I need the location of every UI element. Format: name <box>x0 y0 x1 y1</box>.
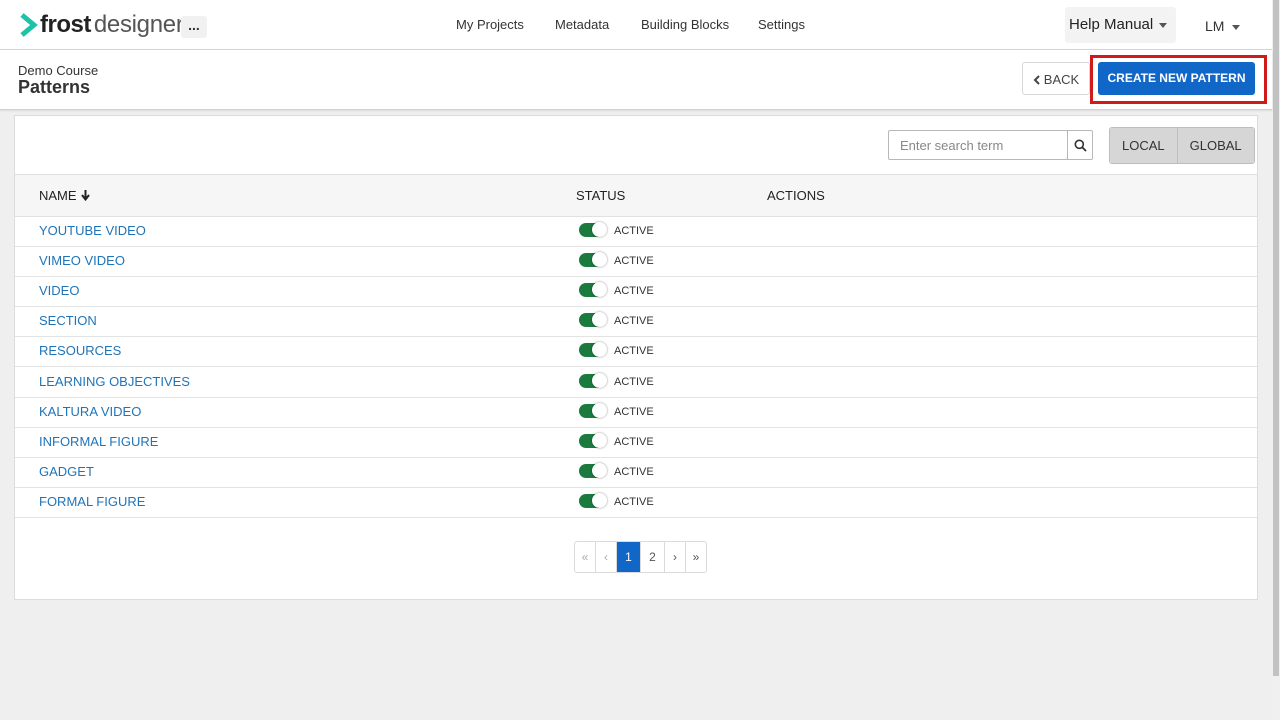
patterns-panel: LOCAL GLOBAL NAME STATUS ACTIONS YOUTUBE… <box>14 115 1258 600</box>
nav-my-projects[interactable]: My Projects <box>456 17 524 32</box>
status-label: ACTIVE <box>614 255 654 267</box>
table-row: SECTION ACTIVE <box>15 306 1257 337</box>
table-row: GADGET ACTIVE <box>15 457 1257 488</box>
nav-building-blocks[interactable]: Building Blocks <box>641 17 729 32</box>
search-button[interactable] <box>1067 130 1093 160</box>
help-manual-label: Help Manual <box>1069 16 1154 33</box>
status-toggle[interactable] <box>579 312 607 327</box>
page-1-button[interactable]: 1 <box>616 542 640 572</box>
column-name-header[interactable]: NAME <box>39 188 90 203</box>
page-2-button[interactable]: 2 <box>640 542 664 572</box>
top-navbar: frost designer ... My Projects Metadata … <box>0 0 1272 50</box>
status-toggle[interactable] <box>579 433 607 448</box>
pattern-name-link[interactable]: FORMAL FIGURE <box>39 494 145 509</box>
table-row: VIDEO ACTIVE <box>15 276 1257 307</box>
pattern-name-link[interactable]: SECTION <box>39 313 97 328</box>
page-scrollbar[interactable] <box>1272 0 1280 720</box>
back-button[interactable]: BACK <box>1022 62 1090 95</box>
user-menu[interactable]: LM <box>1205 18 1241 34</box>
table-row: FORMAL FIGURE ACTIVE <box>15 487 1257 518</box>
table-row: YOUTUBE VIDEO ACTIVE <box>15 216 1257 247</box>
status-label: ACTIVE <box>614 315 654 327</box>
table-row: VIMEO VIDEO ACTIVE <box>15 246 1257 277</box>
table-row: RESOURCES ACTIVE <box>15 336 1257 367</box>
page-last-button[interactable]: » <box>685 542 706 572</box>
table-row: LEARNING OBJECTIVES ACTIVE <box>15 367 1257 398</box>
pattern-name-link[interactable]: VIDEO <box>39 283 79 298</box>
status-label: ACTIVE <box>614 496 654 508</box>
status-toggle[interactable] <box>579 373 607 388</box>
status-label: ACTIVE <box>614 376 654 388</box>
logo-text-designer: designer <box>93 11 184 38</box>
status-toggle[interactable] <box>579 493 607 508</box>
back-label: BACK <box>1043 72 1080 87</box>
search-icon <box>1074 139 1087 152</box>
status-label: ACTIVE <box>614 345 654 357</box>
chevron-down-icon <box>1232 24 1241 30</box>
scope-toggle-group: LOCAL GLOBAL <box>1109 127 1255 164</box>
pagination: « ‹ 1 2 › » <box>574 541 707 573</box>
column-name-label: NAME <box>39 188 77 203</box>
status-toggle[interactable] <box>579 282 607 297</box>
more-options-button[interactable]: ... <box>181 16 207 38</box>
highlight-box <box>1090 55 1267 104</box>
search-input[interactable] <box>888 130 1068 160</box>
status-label: ACTIVE <box>614 225 654 237</box>
status-label: ACTIVE <box>614 406 654 418</box>
column-actions-header: ACTIONS <box>767 188 825 203</box>
status-label: ACTIVE <box>614 436 654 448</box>
pattern-name-link[interactable]: KALTURA VIDEO <box>39 404 141 419</box>
pattern-name-link[interactable]: VIMEO VIDEO <box>39 253 125 268</box>
status-toggle[interactable] <box>579 342 607 357</box>
frost-designer-logo[interactable]: frost designer <box>20 11 184 39</box>
page-first-button[interactable]: « <box>575 542 595 572</box>
user-initials: LM <box>1205 18 1225 34</box>
table-row: KALTURA VIDEO ACTIVE <box>15 397 1257 428</box>
pattern-name-link[interactable]: INFORMAL FIGURE <box>39 434 158 449</box>
chevron-logo-icon <box>20 13 38 37</box>
pattern-name-link[interactable]: LEARNING OBJECTIVES <box>39 374 190 389</box>
status-toggle[interactable] <box>579 463 607 478</box>
scrollbar-thumb[interactable] <box>1273 0 1279 676</box>
table-header: NAME STATUS ACTIONS <box>15 174 1257 217</box>
pattern-name-link[interactable]: GADGET <box>39 464 94 479</box>
sort-down-icon <box>80 190 90 201</box>
pattern-name-link[interactable]: YOUTUBE VIDEO <box>39 223 146 238</box>
pattern-name-link[interactable]: RESOURCES <box>39 343 121 358</box>
status-label: ACTIVE <box>614 466 654 478</box>
page-next-button[interactable]: › <box>664 542 685 572</box>
scope-global-button[interactable]: GLOBAL <box>1176 128 1254 163</box>
status-toggle[interactable] <box>579 222 607 237</box>
nav-metadata[interactable]: Metadata <box>555 17 609 32</box>
page-prev-button[interactable]: ‹ <box>595 542 616 572</box>
logo-text-frost: frost <box>40 11 91 38</box>
page-title: Patterns <box>18 77 91 97</box>
scope-local-button[interactable]: LOCAL <box>1110 128 1177 163</box>
chevron-left-icon <box>1033 75 1040 85</box>
help-manual-dropdown[interactable]: Help Manual <box>1065 7 1176 43</box>
status-toggle[interactable] <box>579 252 607 267</box>
status-label: ACTIVE <box>614 285 654 297</box>
page-header: Demo Course Patterns BACK CREATE NEW PAT… <box>0 50 1272 110</box>
status-toggle[interactable] <box>579 403 607 418</box>
column-status-header: STATUS <box>576 188 626 203</box>
nav-settings[interactable]: Settings <box>758 17 805 32</box>
chevron-down-icon <box>1159 22 1168 28</box>
breadcrumb-course[interactable]: Demo Course <box>18 63 98 78</box>
table-row: INFORMAL FIGURE ACTIVE <box>15 427 1257 458</box>
